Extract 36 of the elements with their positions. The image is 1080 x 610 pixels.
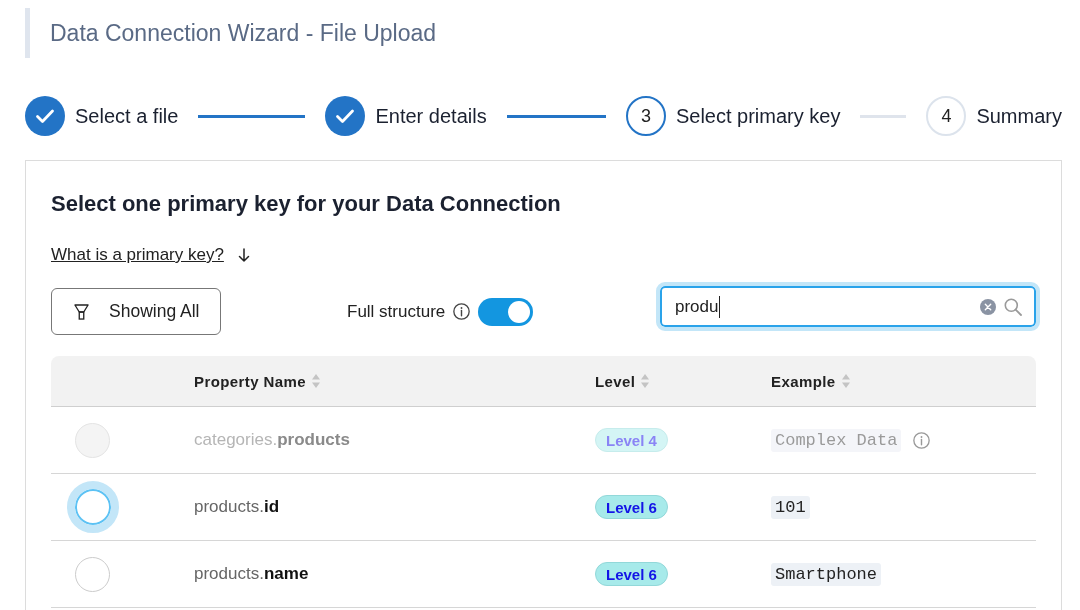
text-cursor bbox=[719, 295, 721, 318]
step-label: Enter details bbox=[375, 104, 487, 128]
page-title: Data Connection Wizard - File Upload bbox=[25, 8, 1062, 58]
level-badge: Level 6 bbox=[595, 562, 668, 586]
step-number: 4 bbox=[926, 96, 967, 136]
column-header[interactable]: Property Name bbox=[194, 372, 320, 390]
funnel-icon bbox=[74, 303, 89, 320]
search-field[interactable]: produ bbox=[656, 282, 1040, 331]
column-header[interactable]: Level bbox=[595, 372, 650, 390]
step-label: Summary bbox=[976, 104, 1062, 128]
step-label: Select a file bbox=[75, 104, 179, 128]
help-link[interactable]: What is a primary key? bbox=[51, 245, 224, 265]
example-value: Complex Data bbox=[771, 428, 902, 452]
property-name: categories.products bbox=[194, 430, 350, 450]
step-label: Select primary key bbox=[675, 104, 841, 128]
toggle-label: Full structure bbox=[347, 301, 446, 322]
panel-heading: Select one primary key for your Data Connection bbox=[51, 191, 562, 217]
clear-icon[interactable] bbox=[980, 298, 996, 315]
step-number: 3 bbox=[625, 96, 666, 136]
level-badge: Level 6 bbox=[595, 495, 668, 519]
sort-icon bbox=[641, 374, 650, 388]
toggle-switch[interactable] bbox=[478, 297, 534, 326]
example-value: 101 bbox=[771, 495, 810, 519]
column-header[interactable]: Example bbox=[771, 372, 850, 390]
example-value: Smartphone bbox=[771, 562, 882, 586]
sort-icon bbox=[311, 374, 320, 388]
search-icon bbox=[1004, 297, 1022, 316]
level-badge: Level 4 bbox=[595, 428, 668, 452]
sort-icon bbox=[841, 374, 850, 388]
filter-button[interactable]: Showing All bbox=[51, 288, 221, 335]
property-name: products.id bbox=[194, 497, 280, 517]
info-icon bbox=[453, 303, 471, 320]
radio-button[interactable] bbox=[67, 481, 119, 533]
arrow-down-icon bbox=[237, 248, 250, 262]
radio-button[interactable] bbox=[75, 556, 110, 592]
property-name: products.name bbox=[194, 564, 309, 584]
